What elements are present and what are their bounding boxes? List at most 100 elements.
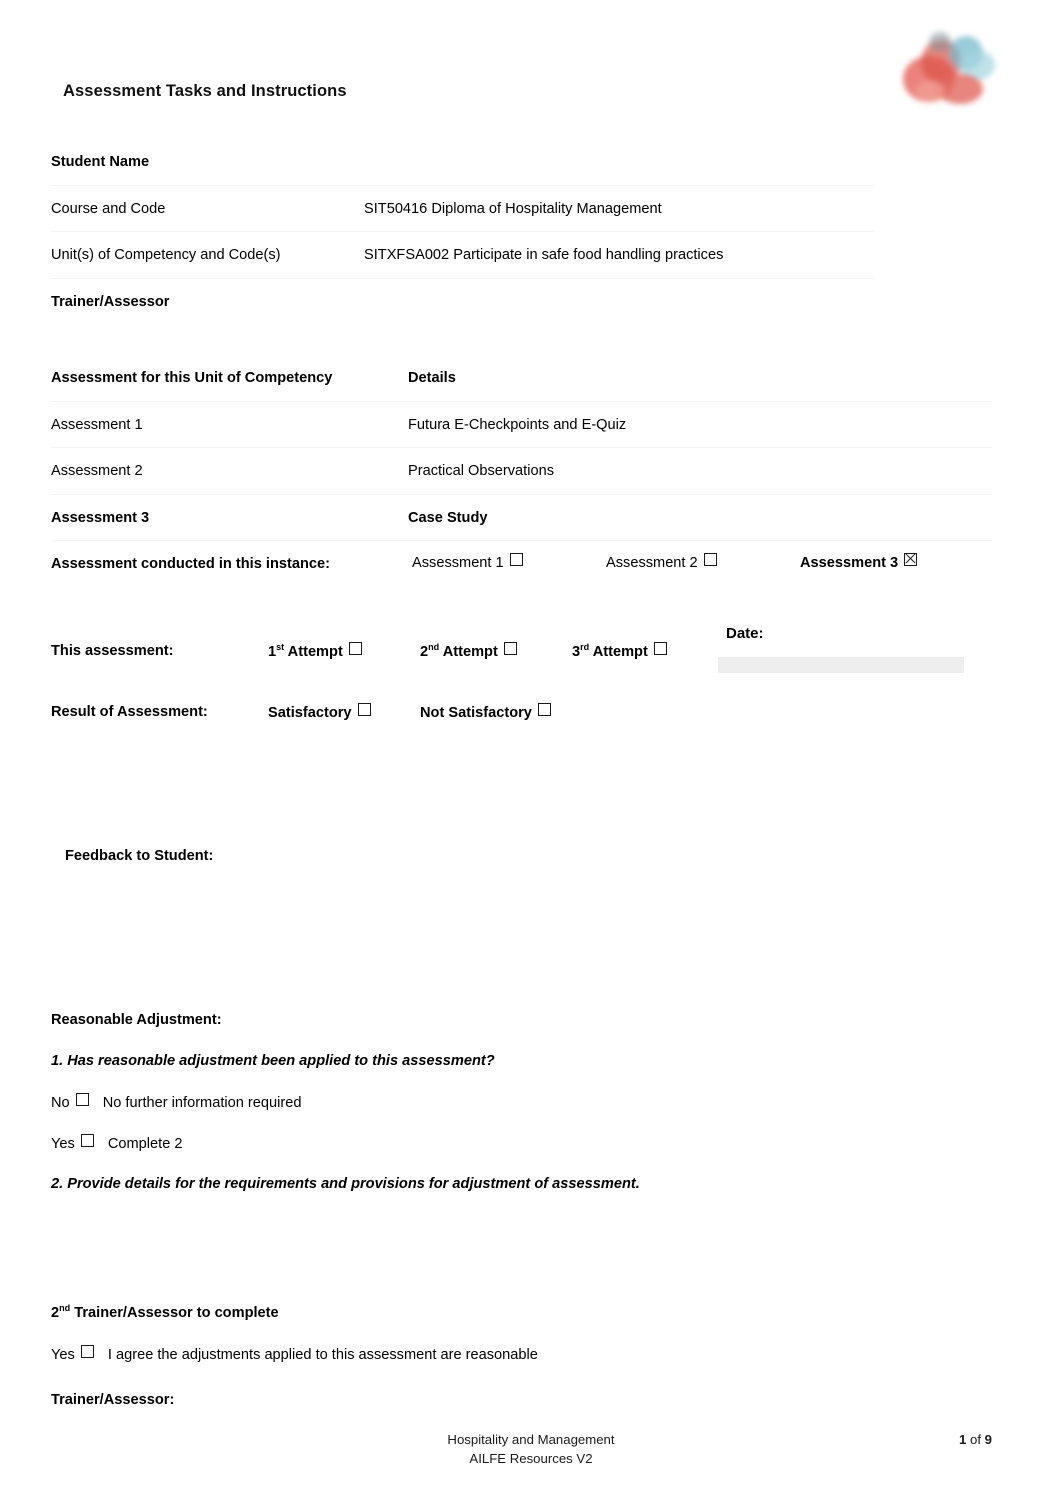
result-of-assessment-label: Result of Assessment: <box>51 689 268 735</box>
table-row: 1. Has reasonable adjustment been applie… <box>51 1040 992 1081</box>
table-row: Trainer/Assessor <box>51 278 874 325</box>
footer-line-2: AILFE Resources V2 <box>469 1451 593 1466</box>
table-header-row: Assessment for this Unit of Competency D… <box>51 355 992 402</box>
result-satisfactory-cell[interactable]: Satisfactory <box>268 689 420 735</box>
feedback-row: Feedback to Student: <box>51 735 992 979</box>
attempt-1-ordinal: 1 <box>268 644 277 660</box>
assessment-instance-option-2[interactable]: Assessment 2 <box>606 553 717 571</box>
trainer-assessor-field[interactable] <box>364 278 874 325</box>
date-label: Date: <box>726 625 764 642</box>
attempt-3-ordinal: 3 <box>572 644 581 660</box>
assessments-header-details: Details <box>408 355 992 402</box>
signature-label: Trainer/Assessor: <box>51 1374 416 1426</box>
course-and-code-label: Course and Code <box>51 185 364 232</box>
attempt-2-checkbox[interactable] <box>503 642 517 655</box>
table-row: Reasonable Adjustment: <box>51 999 992 1040</box>
answer-no-checkbox[interactable] <box>75 1092 89 1106</box>
answer-no-text: No further information required <box>102 1094 302 1111</box>
course-and-code-value[interactable]: SIT50416 Diploma of Hospitality Manageme… <box>364 185 874 232</box>
feedback-to-student-label: Feedback to Student: <box>65 848 214 864</box>
table-row: Assessment 1 Futura E-Checkpoints and E-… <box>51 401 992 448</box>
attempt-row: This assessment: 1st Attempt 2nd Attempt… <box>51 613 992 689</box>
table-row: Assessment 3 Case Study <box>51 494 992 541</box>
satisfactory-checkbox[interactable] <box>357 703 371 716</box>
unit-of-competency-label: Unit(s) of Competency and Code(s) <box>51 232 364 279</box>
assessments-header-competency: Assessment for this Unit of Competency <box>51 355 408 402</box>
attempt-2-suffix: nd <box>428 642 440 653</box>
assessment-3-label: Assessment 3 <box>51 494 408 541</box>
assessment-instance-option-1-label: Assessment 1 <box>412 555 504 572</box>
attempt-3-label: Attempt <box>589 644 648 660</box>
table-row: 2nd Trainer/Assessor to complete <box>51 1292 992 1333</box>
student-name-field[interactable] <box>364 139 874 186</box>
assessment-instance-option-1[interactable]: Assessment 1 <box>412 553 523 571</box>
page-number: 1 of 9 <box>959 1432 992 1447</box>
assessment-3-checkbox[interactable] <box>904 553 918 567</box>
assessment-3-detail: Case Study <box>408 494 992 541</box>
table-row: No No further information required <box>51 1081 992 1122</box>
answer-yes-row[interactable]: Yes Complete 2 <box>51 1122 992 1163</box>
result-row: Result of Assessment: Satisfactory Not S… <box>51 689 992 735</box>
assessment-1-checkbox[interactable] <box>509 553 523 567</box>
table-row: Student Name <box>51 139 874 186</box>
assessment-record-table: This assessment: 1st Attempt 2nd Attempt… <box>51 613 992 979</box>
feedback-to-student-value[interactable] <box>51 864 992 872</box>
agree-prefix: Yes <box>51 1346 75 1363</box>
assessment-1-label: Assessment 1 <box>51 401 408 448</box>
organisation-logo-icon <box>893 26 1005 108</box>
document-page: Assessment Tasks and Instructions Studen… <box>0 0 1062 1506</box>
result-satisfactory-label: Satisfactory <box>268 705 352 721</box>
attempt-3-cell[interactable]: 3rd Attempt <box>572 613 710 689</box>
not-satisfactory-checkbox[interactable] <box>537 703 551 716</box>
page-current: 1 <box>958 1432 967 1447</box>
assessment-instance-option-3-label: Assessment 3 <box>800 555 899 572</box>
table-row: Assessment 2 Practical Observations <box>51 448 992 495</box>
assessment-2-checkbox[interactable] <box>703 553 717 567</box>
assessment-instance-option-2-label: Assessment 2 <box>606 555 698 572</box>
unit-of-competency-value[interactable]: SITXFSA002 Participate in safe food hand… <box>364 232 874 279</box>
second-assessor-heading: 2nd Trainer/Assessor to complete <box>51 1292 992 1333</box>
agree-checkbox[interactable] <box>80 1344 94 1358</box>
feedback-cell[interactable]: Feedback to Student: <box>51 735 992 979</box>
date-cell: Date: <box>710 613 992 689</box>
attempt-3-checkbox[interactable] <box>653 642 667 655</box>
agree-text: I agree the adjustments applied to this … <box>107 1346 538 1363</box>
page-title: Assessment Tasks and Instructions <box>63 82 347 100</box>
page-total: 9 <box>984 1432 992 1447</box>
assessment-1-detail: Futura E-Checkpoints and E-Quiz <box>408 401 992 448</box>
answer-yes-prefix: Yes <box>51 1135 75 1152</box>
table-row: Course and Code SIT50416 Diploma of Hosp… <box>51 185 874 232</box>
answer-yes-text: Complete 2 <box>107 1135 183 1152</box>
assessment-instance-options: Assessment 1 Assessment 2 Assessment 3 <box>408 541 992 588</box>
table-row: Yes I agree the adjustments applied to t… <box>51 1333 992 1374</box>
reasonable-adjustment-heading: Reasonable Adjustment: <box>51 999 992 1040</box>
table-row: Unit(s) of Competency and Code(s) SITXFS… <box>51 232 874 279</box>
page-of-label: of <box>969 1432 981 1447</box>
date-input[interactable] <box>718 657 964 673</box>
signature-row-cell: Trainer/Assessor: <box>51 1374 992 1426</box>
answer-yes-checkbox[interactable] <box>80 1133 94 1147</box>
attempt-1-checkbox[interactable] <box>348 642 362 655</box>
student-name-label: Student Name <box>51 139 364 186</box>
attempt-2-cell[interactable]: 2nd Attempt <box>420 613 572 689</box>
assessments-table: Assessment for this Unit of Competency D… <box>51 355 992 588</box>
answer-no-row[interactable]: No No further information required <box>51 1081 992 1122</box>
second-assessor-heading-ordinal: 2 <box>51 1304 60 1321</box>
assessment-instance-label: Assessment conducted in this instance: <box>51 541 408 588</box>
second-assessor-heading-rest: Trainer/Assessor to complete <box>70 1304 279 1321</box>
footer-line-1: Hospitality and Management <box>447 1432 615 1447</box>
attempt-1-cell[interactable]: 1st Attempt <box>268 613 420 689</box>
adjustment-details-input[interactable] <box>51 1204 992 1292</box>
attempt-1-label: Attempt <box>284 644 343 660</box>
result-not-satisfactory-label: Not Satisfactory <box>420 705 532 721</box>
result-not-satisfactory-cell[interactable]: Not Satisfactory <box>420 689 992 735</box>
attempt-2-ordinal: 2 <box>420 644 429 660</box>
this-assessment-label: This assessment: <box>51 613 268 689</box>
attempt-3-suffix: rd <box>580 642 590 653</box>
agree-row[interactable]: Yes I agree the adjustments applied to t… <box>51 1333 992 1374</box>
signature-input[interactable] <box>416 1374 992 1426</box>
assessment-2-detail: Practical Observations <box>408 448 992 495</box>
assessment-instance-option-3[interactable]: Assessment 3 <box>800 553 918 572</box>
reasonable-adjustment-question-1: 1. Has reasonable adjustment been applie… <box>51 1040 992 1081</box>
assessment-2-label: Assessment 2 <box>51 448 408 495</box>
